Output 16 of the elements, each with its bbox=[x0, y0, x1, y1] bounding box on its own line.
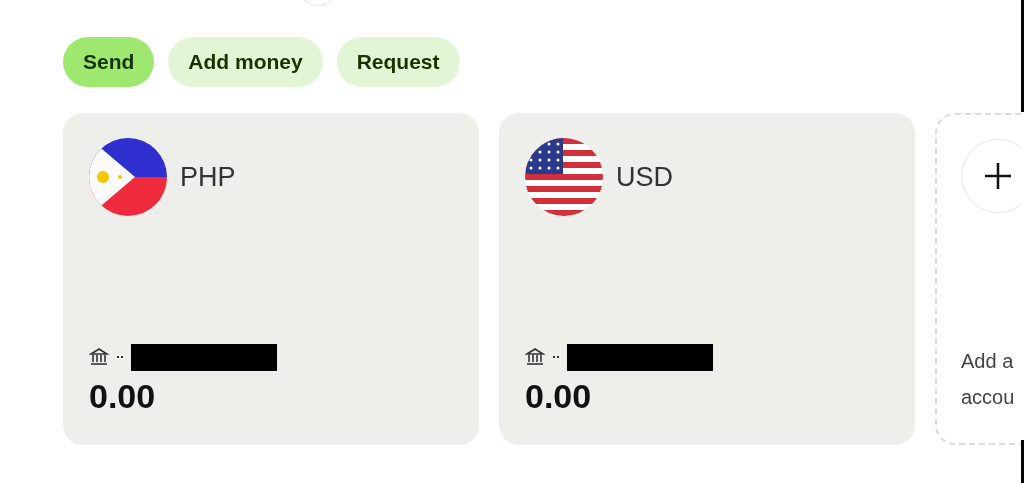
action-button[interactable]: Request bbox=[336, 37, 460, 87]
action-button[interactable]: Add money bbox=[168, 37, 323, 87]
flag-icon bbox=[89, 138, 167, 216]
balance: 0.00 bbox=[525, 375, 593, 417]
account-card[interactable]: PHP 0.00 bbox=[63, 113, 479, 445]
currency-code: PHP bbox=[180, 160, 236, 194]
add-account-card[interactable]: Add a accou bbox=[935, 113, 1021, 445]
balance: 0.00 bbox=[89, 375, 157, 417]
add-account-label: Add a bbox=[961, 349, 1015, 374]
bank-icon bbox=[525, 347, 545, 367]
add-account-label: accou bbox=[961, 385, 1016, 410]
account-card[interactable]: USD 0.00 bbox=[499, 113, 915, 445]
bank-icon bbox=[89, 347, 109, 367]
plus-icon bbox=[983, 161, 1013, 191]
action-button[interactable]: Send bbox=[63, 37, 155, 87]
currency-code: USD bbox=[616, 160, 673, 194]
